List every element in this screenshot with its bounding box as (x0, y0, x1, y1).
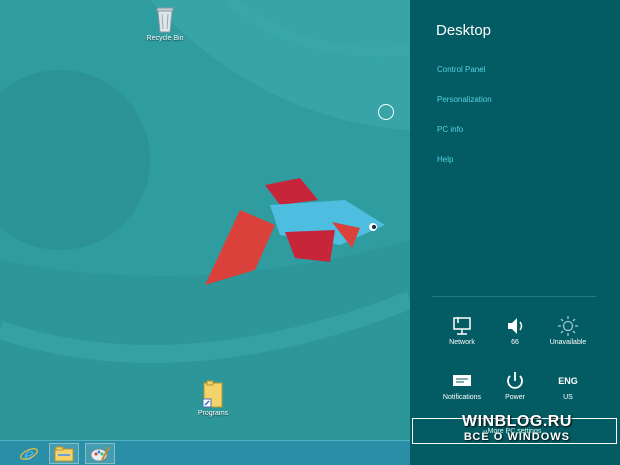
keyboard-label: US (563, 394, 573, 401)
svg-text:e: e (24, 445, 34, 464)
help-link[interactable]: Help (437, 155, 453, 164)
notifications-tile[interactable]: Notifications (434, 370, 490, 401)
recycle-bin-label: Recycle Bin (146, 35, 184, 42)
programs-label: Programs (197, 410, 229, 417)
desktop[interactable]: Recycle Bin Programs e (0, 0, 410, 465)
power-icon (507, 372, 523, 389)
charm-title: Desktop (436, 22, 492, 39)
folder-icon (54, 446, 74, 461)
pc-info-link[interactable]: PC info (437, 125, 463, 134)
settings-charm-panel: Desktop Control Panel Personalization PC… (410, 0, 620, 465)
volume-icon (508, 318, 523, 334)
brightness-icon (558, 316, 578, 336)
recycle-bin-icon[interactable]: Recycle Bin (135, 5, 195, 42)
network-icon (453, 317, 471, 335)
ie-icon: e (20, 445, 38, 464)
paint-icon (90, 446, 110, 461)
control-panel-link[interactable]: Control Panel (437, 65, 485, 74)
cursor-ring-icon (378, 104, 394, 120)
volume-label: 66 (511, 339, 519, 346)
programs-icon[interactable]: Programs (183, 380, 243, 417)
folder-shortcut-icon (202, 380, 223, 408)
volume-tile[interactable]: 66 (487, 315, 543, 346)
notifications-label: Notifications (442, 394, 482, 401)
notifications-icon (453, 375, 471, 386)
keyboard-tile[interactable]: ENG US (540, 370, 596, 401)
paint-button[interactable] (85, 443, 115, 464)
charm-divider (432, 296, 596, 297)
file-explorer-button[interactable] (49, 443, 79, 464)
trash-icon (156, 7, 174, 33)
personalization-link[interactable]: Personalization (437, 95, 492, 104)
network-tile[interactable]: Network (434, 315, 490, 346)
change-pc-settings-button[interactable]: More PC settings (412, 418, 617, 444)
network-label: Network (449, 339, 475, 346)
ie-button[interactable]: e (14, 443, 44, 464)
brightness-label: Unavailable (549, 339, 587, 346)
taskbar: e (0, 440, 410, 465)
power-tile[interactable]: Power (487, 370, 543, 401)
power-label: Power (505, 394, 525, 401)
brightness-tile: Unavailable (540, 315, 596, 346)
language-indicator: ENG (558, 376, 578, 386)
